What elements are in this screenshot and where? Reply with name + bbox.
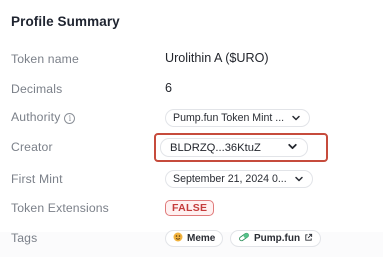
- tag-meme[interactable]: Meme: [165, 230, 224, 247]
- first-mint-label: First Mint: [11, 172, 63, 186]
- authority-label-row: Authority i: [11, 110, 76, 124]
- external-link-icon[interactable]: [304, 233, 313, 245]
- authority-label: Authority: [11, 110, 61, 124]
- creator-label: Creator: [11, 140, 53, 154]
- creator-value: BLDRZQ...36KtuZ: [170, 141, 261, 154]
- token-name-value: Urolithin A ($URO): [165, 51, 269, 65]
- tag-label: Meme: [187, 233, 216, 244]
- tag-label: Pump.fun: [254, 233, 301, 244]
- chevron-down-icon: [293, 173, 305, 185]
- first-mint-dropdown[interactable]: September 21, 2024 0...: [165, 170, 313, 188]
- section-title: Profile Summary: [11, 14, 120, 29]
- decimals-value: 6: [165, 81, 173, 95]
- authority-dropdown[interactable]: Pump.fun Token Mint ...: [165, 109, 311, 127]
- pill-icon: [238, 232, 250, 245]
- meme-icon: [173, 232, 183, 245]
- chevron-down-icon: [287, 141, 298, 155]
- tags-label: Tags: [11, 231, 38, 245]
- authority-value: Pump.fun Token Mint ...: [173, 112, 285, 124]
- tag-pump-fun[interactable]: Pump.fun: [230, 230, 322, 247]
- info-icon[interactable]: i: [64, 113, 76, 124]
- token-extensions-label: Token Extensions: [11, 201, 109, 215]
- decimals-label: Decimals: [11, 82, 63, 96]
- chevron-down-icon: [290, 112, 302, 124]
- profile-summary-panel: Profile Summary Token name Urolithin A (…: [0, 0, 383, 257]
- first-mint-value: September 21, 2024 0...: [173, 173, 287, 185]
- creator-dropdown[interactable]: BLDRZQ...36KtuZ: [160, 138, 308, 157]
- token-extensions-badge: FALSE: [165, 200, 215, 216]
- token-name-label: Token name: [11, 52, 79, 66]
